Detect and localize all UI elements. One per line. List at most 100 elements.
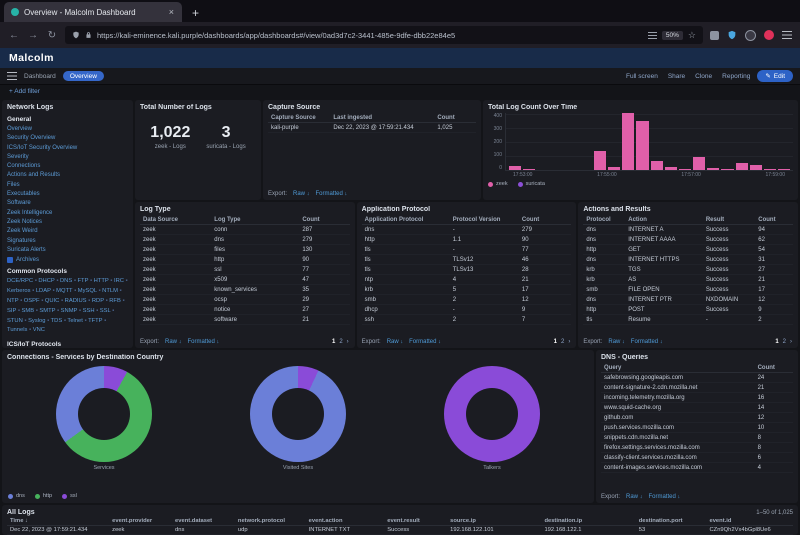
breadcrumb-current[interactable]: Overview <box>62 71 104 81</box>
bookmark-star-icon[interactable]: ☆ <box>688 30 696 41</box>
column-header[interactable]: Count <box>754 363 793 373</box>
export-raw-link[interactable]: Raw ↓ <box>293 191 309 197</box>
column-header[interactable]: network.protocol <box>234 517 306 526</box>
next-page-button[interactable]: › <box>568 339 570 345</box>
protocol-link-rdp[interactable]: RDP <box>92 298 109 304</box>
page-button-1[interactable]: 1 <box>554 339 557 345</box>
next-page-button[interactable]: › <box>347 339 349 345</box>
column-header[interactable]: destination.port <box>635 517 707 526</box>
protocol-link-tftp[interactable]: TFTP <box>88 318 106 324</box>
profile-avatar[interactable] <box>745 29 756 41</box>
protocol-link-radius[interactable]: RADIUS <box>65 298 92 304</box>
protocol-link-rfb[interactable]: RFB <box>109 298 124 304</box>
column-header[interactable]: Query <box>601 363 755 373</box>
page-button-1[interactable]: 1 <box>775 339 778 345</box>
sidebar-item-executables[interactable]: Executables <box>7 190 128 199</box>
column-header[interactable]: event.provider <box>109 517 173 526</box>
protocol-link-stun[interactable]: STUN <box>7 318 28 324</box>
column-header[interactable]: Data Source <box>140 215 212 225</box>
bar-17:53:20[interactable] <box>566 113 578 170</box>
column-header[interactable]: source.ip <box>447 517 542 526</box>
column-header[interactable]: Count <box>755 215 794 225</box>
record-indicator-icon[interactable] <box>764 30 774 40</box>
page-button-2[interactable]: 2 <box>561 339 564 345</box>
export-formatted-link[interactable]: Formatted ↓ <box>648 494 680 500</box>
export-formatted-link[interactable]: Formatted ↓ <box>409 339 441 345</box>
protocol-link-ssh[interactable]: SSH <box>83 308 100 314</box>
archive-row[interactable]: Archives <box>7 257 128 264</box>
page-button-2[interactable]: 2 <box>783 339 786 345</box>
protocol-link-tds[interactable]: TDS <box>51 318 68 324</box>
protocol-link-ospf[interactable]: OSPF <box>24 298 45 304</box>
protocol-link-dce-rpc[interactable]: DCE/RPC <box>7 278 38 284</box>
url-text[interactable]: https://kali-eminence.kali.purple/dashbo… <box>97 31 643 40</box>
column-header[interactable]: Last ingested <box>330 113 435 123</box>
bar-17:55:40[interactable] <box>664 113 677 170</box>
protocol-link-tunnels[interactable]: Tunnels <box>7 327 33 333</box>
export-raw-link[interactable]: Raw ↓ <box>387 339 403 345</box>
column-header[interactable]: event.action <box>305 517 385 526</box>
browser-tab[interactable]: Overview - Malcolm Dashboard × <box>4 2 182 22</box>
protocol-link-snmp[interactable]: SNMP <box>61 308 83 314</box>
reader-mode-icon[interactable] <box>647 31 657 39</box>
protocol-link-ntlm[interactable]: NTLM <box>102 288 121 294</box>
lock-icon[interactable] <box>85 31 92 39</box>
bar-17:52:20[interactable] <box>523 113 536 170</box>
zoom-level-badge[interactable]: 50% <box>661 30 683 40</box>
column-header[interactable]: Protocol Version <box>449 215 519 225</box>
protocol-link-syslog[interactable]: Syslog <box>28 318 51 324</box>
sidebar-item-actions-and-results[interactable]: Actions and Results <box>7 171 128 180</box>
nav-menu-icon[interactable] <box>7 72 17 80</box>
bar-17:57:00[interactable] <box>721 113 734 170</box>
nav-action-clone[interactable]: Clone <box>695 73 712 80</box>
security-shield-icon[interactable] <box>727 30 737 40</box>
bar-17:52:40[interactable] <box>537 113 549 170</box>
column-header[interactable]: Capture Source <box>268 113 331 123</box>
column-header[interactable]: event.result <box>384 517 448 526</box>
export-formatted-link[interactable]: Formatted ↓ <box>315 191 347 197</box>
reload-button[interactable]: ↻ <box>46 30 58 41</box>
bar-17:56:00[interactable] <box>678 113 692 170</box>
protocol-link-irc[interactable]: IRC <box>114 278 128 284</box>
sidebar-item-connections[interactable]: Connections <box>7 162 128 171</box>
next-page-button[interactable]: › <box>790 339 792 345</box>
protocol-link-quic[interactable]: QUIC <box>45 298 65 304</box>
bar-17:58:00[interactable] <box>763 113 776 170</box>
nav-action-share[interactable]: Share <box>668 73 685 80</box>
page-button-1[interactable]: 1 <box>332 339 335 345</box>
protocol-link-ftp[interactable]: FTP <box>78 278 94 284</box>
export-formatted-link[interactable]: Formatted ↓ <box>187 339 219 345</box>
new-tab-button[interactable]: + <box>186 6 205 22</box>
breadcrumb-root[interactable]: Dashboard <box>24 73 56 80</box>
protocol-link-kerberos[interactable]: Kerberos <box>7 288 36 294</box>
sidebar-item-signatures[interactable]: Signatures <box>7 237 128 246</box>
column-header[interactable]: event.dataset <box>172 517 235 526</box>
page-button-2[interactable]: 2 <box>339 339 342 345</box>
bar-17:57:20[interactable] <box>735 113 748 170</box>
malcolm-logo[interactable]: Malcolm <box>9 52 54 64</box>
column-header[interactable]: Application Protocol <box>361 215 450 225</box>
bar-17:58:20[interactable] <box>777 113 791 170</box>
column-header[interactable]: Log Type <box>211 215 300 225</box>
sidebar-item-software[interactable]: Software <box>7 199 128 208</box>
protocol-link-smtp[interactable]: SMTP <box>39 308 60 314</box>
nav-action-full-screen[interactable]: Full screen <box>626 73 658 80</box>
protocol-link-mysql[interactable]: MySQL <box>78 288 102 294</box>
export-raw-link[interactable]: Raw ↓ <box>608 339 624 345</box>
protocol-link-sip[interactable]: SIP <box>7 308 22 314</box>
protocol-link-http[interactable]: HTTP <box>94 278 114 284</box>
column-header[interactable]: Result <box>702 215 756 225</box>
bar-17:56:20[interactable] <box>693 113 706 170</box>
protocol-link-mqtt[interactable]: MQTT <box>56 288 78 294</box>
protocol-link-smb[interactable]: SMB <box>22 308 40 314</box>
menu-icon[interactable] <box>782 31 792 39</box>
column-header[interactable]: Action <box>625 215 703 225</box>
protocol-link-ntp[interactable]: NTP <box>7 298 24 304</box>
bar-17:54:40[interactable] <box>622 113 635 170</box>
sidebar-item-severity[interactable]: Severity <box>7 153 128 162</box>
column-header[interactable]: Count <box>299 215 350 225</box>
bar-17:55:20[interactable] <box>650 113 663 170</box>
bar-17:54:00[interactable] <box>593 113 607 170</box>
sidebar-item-security-overview[interactable]: Security Overview <box>7 134 128 143</box>
donut-chart[interactable] <box>250 366 346 462</box>
